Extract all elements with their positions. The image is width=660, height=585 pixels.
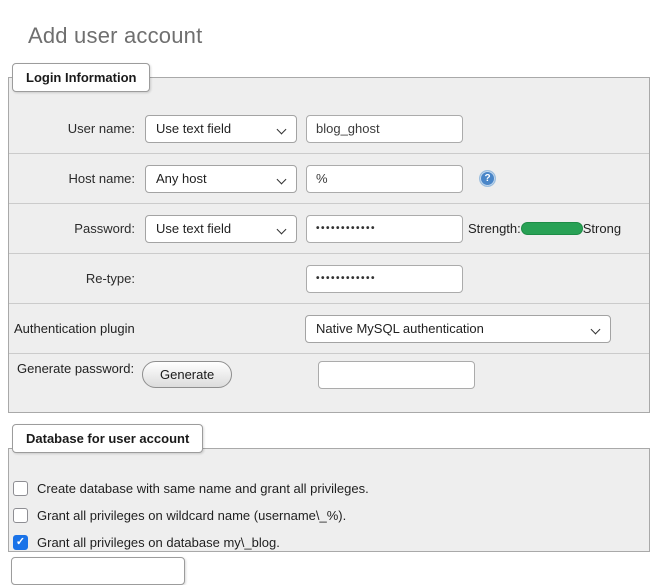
database-for-user-account-fieldset: ✓ Create database with same name and gra… bbox=[8, 448, 650, 552]
hostname-type-select-value: Any host bbox=[156, 171, 207, 186]
checkbox[interactable]: ✓ bbox=[13, 508, 28, 523]
hostname-row: Host name: Any host % ? bbox=[9, 154, 649, 204]
next-section-legend-partial bbox=[11, 557, 185, 585]
hostname-input[interactable]: % bbox=[306, 165, 463, 193]
hostname-label: Host name: bbox=[9, 171, 135, 186]
retype-label: Re-type: bbox=[9, 271, 135, 286]
chevron-down-icon bbox=[277, 174, 287, 184]
help-icon[interactable]: ? bbox=[479, 170, 496, 187]
chevron-down-icon bbox=[277, 224, 287, 234]
strength-label: Strength: bbox=[468, 221, 521, 236]
retype-row: Re-type: •••••••••••• bbox=[9, 254, 649, 304]
username-type-select-value: Use text field bbox=[156, 121, 231, 136]
strength-meter bbox=[521, 222, 583, 235]
password-type-select-value: Use text field bbox=[156, 221, 231, 236]
password-label: Password: bbox=[9, 221, 135, 236]
retype-input-value: •••••••••••• bbox=[316, 273, 376, 284]
privilege-checkbox-row[interactable]: ✓ Grant all privileges on database my\_b… bbox=[9, 529, 649, 556]
username-type-select[interactable]: Use text field bbox=[145, 115, 297, 143]
chevron-down-icon bbox=[277, 124, 287, 134]
auth-plugin-row: Authentication plugin Native MySQL authe… bbox=[9, 304, 649, 354]
auth-plugin-select-value: Native MySQL authentication bbox=[316, 321, 484, 336]
password-strength: Strength: Strong bbox=[468, 221, 621, 236]
auth-plugin-label: Authentication plugin bbox=[9, 321, 305, 336]
checkbox[interactable]: ✓ bbox=[13, 481, 28, 496]
username-label: User name: bbox=[9, 121, 135, 136]
generate-password-row: Generate password: Generate bbox=[9, 354, 649, 413]
password-input[interactable]: •••••••••••• bbox=[306, 215, 463, 243]
chevron-down-icon bbox=[591, 324, 601, 334]
page-title: Add user account bbox=[28, 23, 202, 49]
strength-value: Strong bbox=[583, 221, 621, 236]
hostname-type-select[interactable]: Any host bbox=[145, 165, 297, 193]
username-input-value: blog_ghost bbox=[316, 121, 380, 136]
privilege-checkbox-label: Grant all privileges on database my\_blo… bbox=[37, 535, 280, 550]
privilege-checkbox-label: Grant all privileges on wildcard name (u… bbox=[37, 508, 346, 523]
auth-plugin-select[interactable]: Native MySQL authentication bbox=[305, 315, 611, 343]
password-input-value: •••••••••••• bbox=[316, 223, 376, 234]
login-information-legend: Login Information bbox=[12, 63, 150, 92]
generated-password-input[interactable] bbox=[318, 361, 475, 389]
check-icon: ✓ bbox=[16, 537, 25, 548]
password-type-select[interactable]: Use text field bbox=[145, 215, 297, 243]
privilege-checkbox-row[interactable]: ✓ Grant all privileges on wildcard name … bbox=[9, 502, 649, 529]
privilege-checkbox-label: Create database with same name and grant… bbox=[37, 481, 369, 496]
hostname-input-value: % bbox=[316, 171, 328, 186]
privilege-checkbox-row[interactable]: ✓ Create database with same name and gra… bbox=[9, 475, 649, 502]
retype-input[interactable]: •••••••••••• bbox=[306, 265, 463, 293]
checkbox[interactable]: ✓ bbox=[13, 535, 28, 550]
password-row: Password: Use text field •••••••••••• St… bbox=[9, 204, 649, 254]
username-input[interactable]: blog_ghost bbox=[306, 115, 463, 143]
database-for-user-account-legend: Database for user account bbox=[12, 424, 203, 453]
generate-button[interactable]: Generate bbox=[142, 361, 232, 388]
privilege-checkbox-list: ✓ Create database with same name and gra… bbox=[9, 475, 649, 556]
login-information-fieldset: User name: Use text field blog_ghost Hos… bbox=[8, 77, 650, 413]
generate-password-label: Generate password: bbox=[9, 361, 142, 376]
